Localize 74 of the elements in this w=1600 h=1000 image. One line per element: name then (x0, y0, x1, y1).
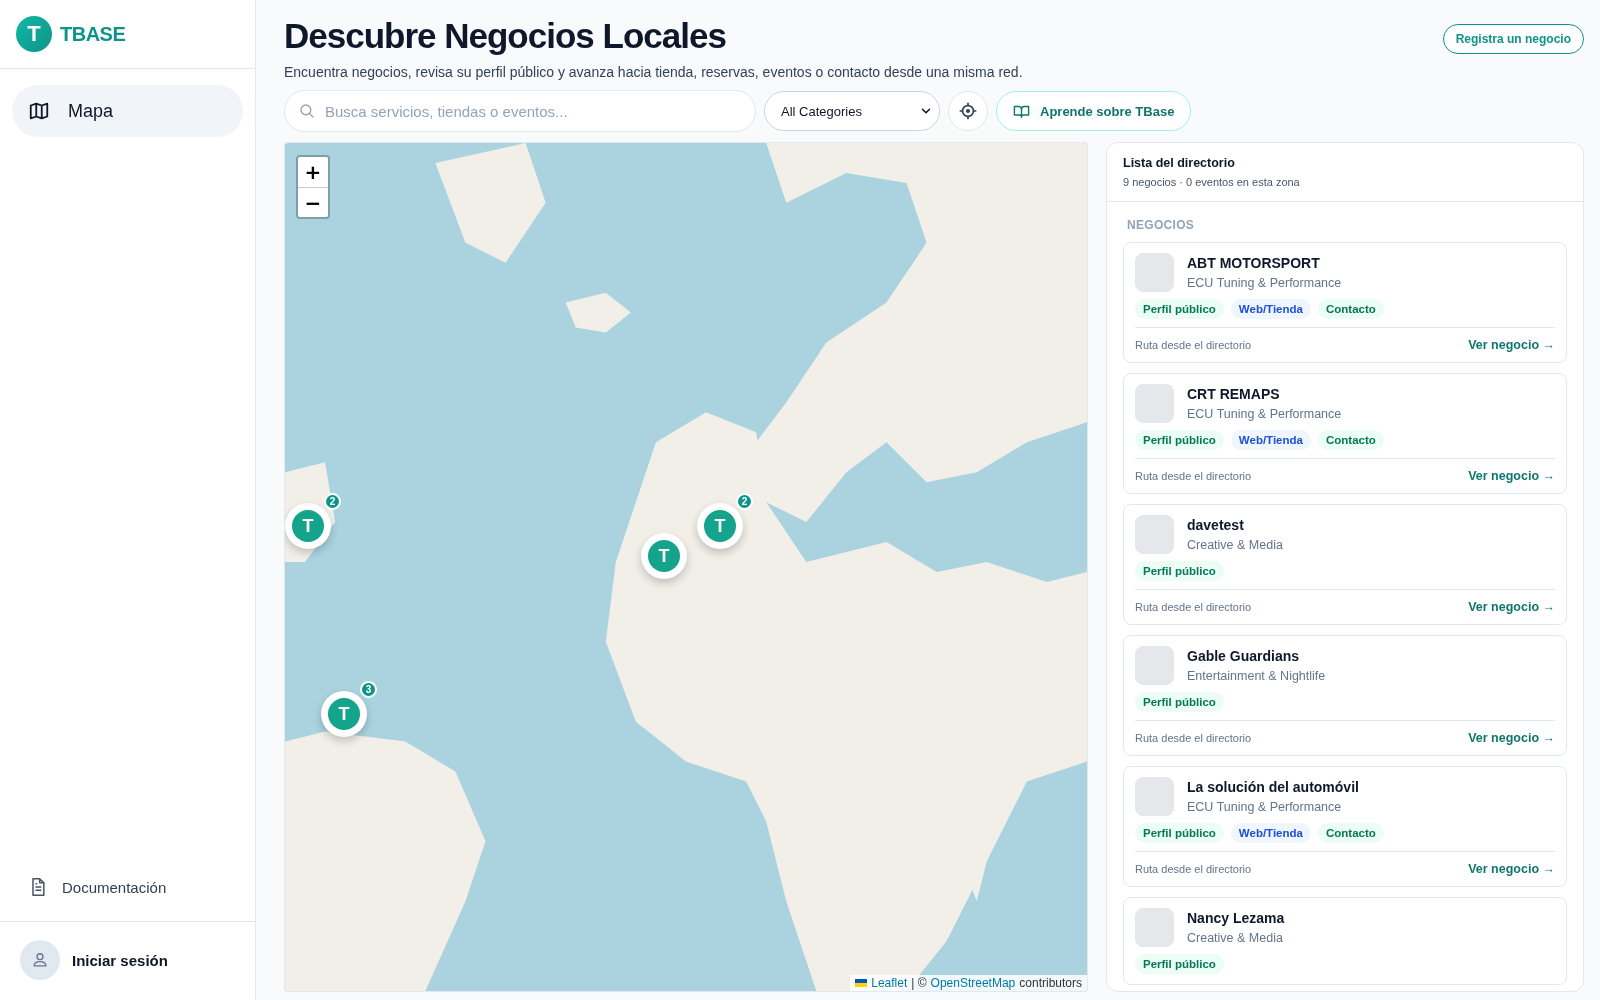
cluster-count-badge: 3 (360, 681, 377, 698)
tag: Web/Tienda (1230, 299, 1311, 319)
tag: Perfil público (1135, 823, 1224, 843)
business-category: ECU Tuning & Performance (1187, 800, 1343, 814)
route-text: Ruta desde el directorio (1135, 470, 1252, 482)
business-name: ABT MOTORSPORT (1187, 255, 1321, 271)
locate-button[interactable] (948, 91, 988, 131)
business-card[interactable]: davetest Creative & Media Perfil público Ruta desde el directorio Ver negocio → (1123, 504, 1567, 625)
attribution-text: contributors (1019, 976, 1082, 990)
page-title: Descubre Negocios Locales (284, 15, 727, 57)
search-field[interactable]: Busca servicios, tiendas o eventos... (284, 90, 756, 132)
business-name: davetest (1187, 517, 1245, 533)
logo-placeholder (1135, 253, 1174, 292)
sign-in-link[interactable]: Iniciar sesión (20, 940, 168, 980)
view-business-link[interactable]: Ver negocio → (1468, 600, 1555, 614)
route-text: Ruta desde el directorio (1135, 863, 1252, 875)
logo-placeholder (1135, 515, 1174, 554)
map-icon (28, 100, 50, 122)
tag: Perfil público (1135, 561, 1224, 581)
route-text: Ruta desde el directorio (1135, 339, 1252, 351)
leaflet-link[interactable]: Leaflet (871, 976, 908, 990)
business-name: Nancy Lezama (1187, 910, 1285, 926)
zoom-in-button[interactable]: + (298, 157, 328, 187)
documentation-link[interactable]: Documentación (28, 867, 167, 907)
avatar-icon (20, 940, 60, 980)
zoom-out-button[interactable]: − (298, 187, 328, 217)
view-business-link[interactable]: Ver negocio → (1468, 731, 1555, 745)
attribution-separator: | © (911, 976, 927, 990)
tag: Contacto (1317, 299, 1384, 319)
nav-item[interactable]: Mapa (12, 85, 243, 137)
logo-placeholder (1135, 384, 1174, 423)
tag: Contacto (1317, 823, 1384, 843)
view-business-link[interactable]: Ver negocio → (1468, 862, 1555, 876)
tag: Perfil público (1135, 430, 1224, 450)
business-name: Gable Guardians (1187, 648, 1301, 664)
crosshair-icon (958, 101, 978, 121)
business-category: ECU Tuning & Performance (1187, 276, 1342, 290)
business-category: Creative & Media (1187, 931, 1284, 945)
route-text: Ruta desde el directorio (1135, 732, 1252, 744)
tag: Perfil público (1135, 954, 1224, 974)
panel-title: Lista del directorio (1123, 156, 1236, 170)
business-category: ECU Tuning & Performance (1187, 407, 1342, 421)
logo-placeholder (1135, 908, 1174, 947)
tag: Web/Tienda (1230, 430, 1311, 450)
business-card[interactable]: Gable Guardians Entertainment & Nightlife Perfil público Ruta desde el directorio Ver negocio → (1123, 635, 1567, 756)
business-card[interactable]: Nancy Lezama Creative & Media Perfil público (1123, 897, 1567, 985)
business-name: CRT REMAPS (1187, 386, 1281, 402)
page-subtitle: Encuentra negocios, revisa su perfil público y avanza hacia tienda, reservas, eventos o contacto desde una misma red. (284, 64, 1023, 80)
logo-placeholder (1135, 646, 1174, 685)
business-category: Entertainment & Nightlife (1187, 669, 1326, 683)
section-heading: NEGOCIOS (1126, 218, 1196, 232)
view-business-link[interactable]: Ver negocio → (1468, 469, 1555, 483)
map-view[interactable]: + − T 2 T 2 T T 3 Leaflet | © OpenStreetMap contributors (284, 142, 1088, 992)
tag: Perfil público (1135, 692, 1224, 712)
route-text: Ruta desde el directorio (1135, 601, 1252, 613)
learn-button[interactable]: Aprende sobre TBase (996, 91, 1192, 131)
tag: Perfil público (1135, 299, 1224, 319)
brand-name: TBASE (60, 22, 126, 46)
register-business-button[interactable]: Registra un negocio (1442, 24, 1584, 54)
tag: Web/Tienda (1230, 823, 1311, 843)
business-card[interactable]: CRT REMAPS ECU Tuning & Performance Perfil público Web/Tienda Contacto Ruta desde el directorio Ver negocio → (1123, 373, 1567, 494)
tag: Contacto (1317, 430, 1384, 450)
category-dropdown[interactable]: All Categories (764, 91, 940, 131)
logo-icon: T (16, 16, 52, 52)
business-card[interactable]: La solución del automóvil ECU Tuning & Performance Perfil público Web/Tienda Contacto Ruta desde el directorio Ver negocio → (1123, 766, 1567, 887)
business-card[interactable]: ABT MOTORSPORT ECU Tuning & Performance Perfil público Web/Tienda Contacto Ruta desde el directorio Ver negocio → (1123, 242, 1567, 363)
results-summary: 9 negocios · 0 eventos en esta zona (1123, 176, 1301, 188)
cluster-count-badge: 2 (324, 493, 341, 510)
logo-placeholder (1135, 777, 1174, 816)
openstreetmap-link[interactable]: OpenStreetMap (930, 976, 1016, 990)
business-category: Creative & Media (1187, 538, 1283, 552)
business-name: La solución del automóvil (1187, 779, 1359, 795)
flag-icon (855, 979, 868, 987)
view-business-link[interactable]: Ver negocio → (1468, 338, 1555, 352)
